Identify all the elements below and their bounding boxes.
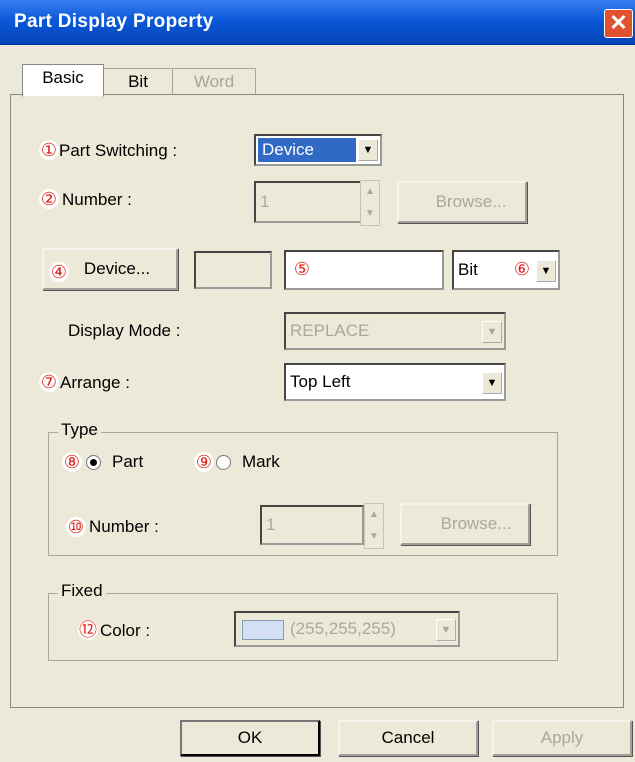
part-switching-value: Device [258, 138, 356, 162]
down-arrow-icon: ▼ [369, 531, 379, 542]
up-arrow-icon: ▲ [369, 509, 379, 520]
apply-button-label: Apply [540, 728, 584, 747]
type-browse-button-label: Browse... [440, 514, 512, 533]
up-arrow-icon: ▲ [365, 186, 375, 197]
radio-selected-dot [90, 459, 97, 466]
part-switching-label: Part Switching : [59, 141, 178, 160]
number-spinner: ▲ ▼ [360, 180, 380, 226]
ok-button-label: OK [237, 728, 263, 747]
marker-7: ⑦ [39, 372, 59, 392]
marker-12: ⑫ [78, 620, 98, 640]
marker-8: ⑧ [62, 452, 82, 472]
close-icon: ✕ [609, 10, 628, 35]
device-type-value: Bit [458, 260, 478, 279]
chevron-down-icon: ▼ [482, 321, 502, 343]
color-value: (255,255,255) [290, 619, 396, 638]
ok-button[interactable]: OK [180, 720, 320, 756]
chevron-down-icon[interactable]: ▼ [536, 260, 556, 282]
cancel-button-label: Cancel [381, 728, 435, 747]
device-type-select[interactable]: Bit ▼ [452, 250, 560, 290]
device-button-label: Device... [83, 259, 151, 278]
color-select: (255,255,255) ▼ [234, 611, 460, 647]
tab-word-label: Word [193, 72, 235, 91]
marker-1: ① [39, 140, 59, 160]
tab-bit-label: Bit [128, 72, 148, 91]
cancel-button[interactable]: Cancel [338, 720, 478, 756]
part-radio[interactable] [86, 455, 101, 470]
part-radio-label: Part [112, 452, 144, 471]
browse-button: Browse... [397, 181, 527, 223]
tab-basic-label: Basic [42, 68, 84, 87]
marker-10: ⑩ [66, 517, 86, 537]
apply-button: Apply [492, 720, 632, 756]
fixed-group-legend: Fixed [58, 581, 106, 601]
color-label: Color : [100, 621, 151, 640]
type-number-input: 1 [260, 505, 364, 545]
type-number-label: Number : [89, 517, 159, 536]
color-swatch [242, 620, 284, 640]
type-group-legend: Type [58, 420, 101, 440]
marker-9: ⑨ [194, 452, 214, 472]
chevron-down-icon[interactable]: ▼ [482, 372, 502, 394]
browse-button-label: Browse... [435, 192, 507, 211]
marker-6: ⑥ [512, 259, 532, 279]
window-title: Part Display Property [14, 11, 214, 32]
display-mode-label: Display Mode : [68, 321, 181, 340]
mark-radio-label: Mark [242, 452, 280, 471]
title-bar: Part Display Property ✕ [0, 0, 635, 45]
marker-2: ② [39, 189, 59, 209]
marker-5: ⑤ [292, 259, 312, 279]
chevron-down-icon[interactable]: ▼ [358, 139, 378, 161]
device-prefix-field [194, 251, 272, 289]
close-button[interactable]: ✕ [604, 9, 633, 38]
tab-bit[interactable]: Bit [103, 68, 173, 95]
display-mode-value: REPLACE [290, 321, 370, 340]
arrange-value: Top Left [290, 372, 351, 391]
part-switching-select[interactable]: Device ▼ [254, 134, 382, 166]
arrange-label: Arrange : [60, 373, 130, 392]
type-number-spinner: ▲ ▼ [364, 503, 384, 549]
number-label: Number : [62, 190, 132, 209]
down-arrow-icon: ▼ [365, 208, 375, 219]
mark-radio[interactable] [216, 455, 231, 470]
type-browse-button: Browse... [400, 503, 530, 545]
marker-4: ④ [49, 262, 69, 282]
tab-word: Word [172, 68, 256, 95]
display-mode-select: REPLACE ▼ [284, 312, 506, 350]
arrange-select[interactable]: Top Left ▼ [284, 363, 506, 401]
chevron-down-icon: ▼ [436, 619, 456, 641]
tab-basic[interactable]: Basic [22, 64, 104, 97]
number-input: 1 [254, 181, 362, 223]
